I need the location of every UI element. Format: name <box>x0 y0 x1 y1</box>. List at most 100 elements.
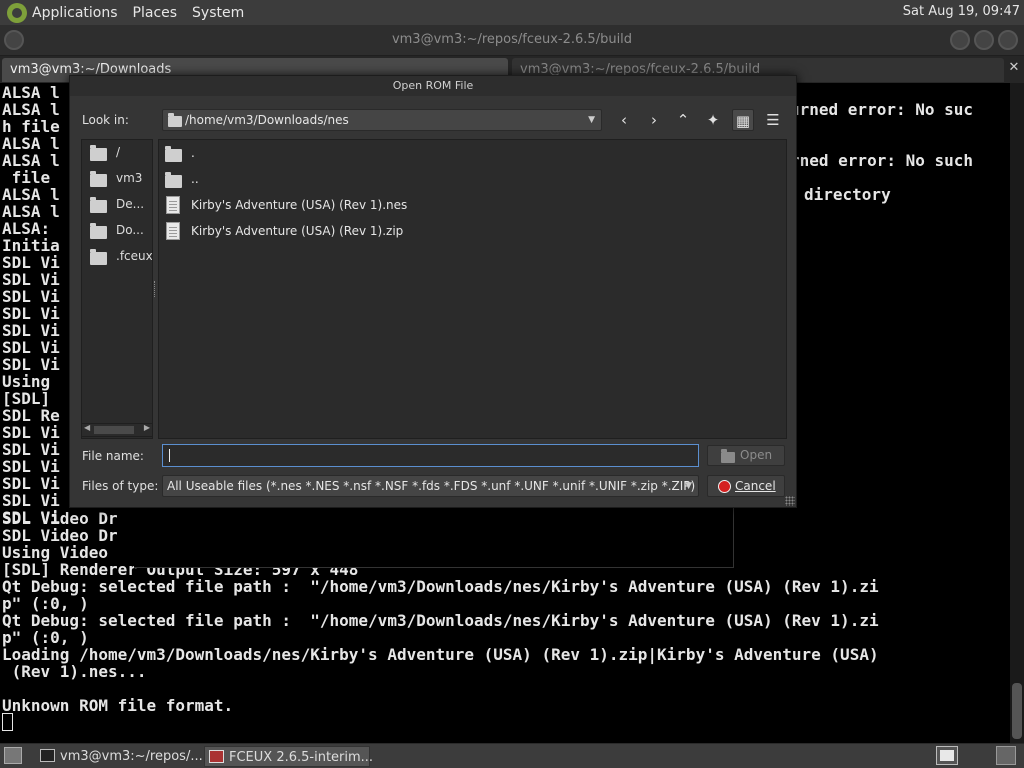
resize-grip[interactable] <box>785 496 795 506</box>
file-list-item[interactable]: . <box>159 140 786 166</box>
file-name-label: File name: <box>82 449 144 463</box>
file-type-combo[interactable]: All Useable files (*.nes *.NES *.nsf *.N… <box>162 475 699 497</box>
sidebar-item[interactable]: .fceux <box>82 244 153 270</box>
scrollbar-thumb[interactable] <box>1012 683 1022 739</box>
text-caret <box>169 449 170 462</box>
terminal-line: ALSA l <box>2 134 60 153</box>
taskbar-fceux[interactable]: FCEUX 2.6.5-interim... <box>204 746 374 767</box>
fceux-icon <box>209 750 224 763</box>
terminal-line: ALSA l <box>2 151 60 170</box>
terminal-line: Using Video <box>2 543 118 562</box>
places-sidebar: / vm3 De... Do... .fceux <box>81 139 153 439</box>
dialog-title[interactable]: Open ROM File <box>70 76 796 96</box>
back-icon[interactable]: ‹ <box>613 109 635 131</box>
sidebar-item[interactable]: Do... <box>82 218 152 244</box>
look-in-combo[interactable]: /home/vm3/Downloads/nes ▼ <box>162 109 602 131</box>
look-in-value: /home/vm3/Downloads/nes <box>185 113 349 127</box>
trash-icon[interactable] <box>996 746 1016 765</box>
parent-dir-icon[interactable]: ⌃ <box>672 109 694 131</box>
terminal-line: directory <box>804 185 891 204</box>
terminal-line: Qt Debug: selected file path : "/home/vm… <box>2 577 879 596</box>
file-name: Kirby's Adventure (USA) (Rev 1).nes <box>191 198 408 212</box>
folder-icon <box>165 172 182 188</box>
file-list-item[interactable]: Kirby's Adventure (USA) (Rev 1).zip <box>159 218 786 244</box>
open-button-label: Open <box>740 448 773 462</box>
dropdown-arrow-icon: ▼ <box>685 481 692 491</box>
file-name: . <box>191 146 195 160</box>
sidebar-item[interactable]: / <box>82 140 152 166</box>
terminal-line: (Rev 1).nes... <box>2 662 147 681</box>
terminal-line: SDL Vi <box>2 474 60 493</box>
close-tab-icon[interactable]: ✕ <box>1006 60 1022 78</box>
terminal-line: SDL Vi <box>2 253 60 272</box>
fceux-window-fragment[interactable] <box>134 500 734 568</box>
task-label: vm3@vm3:~/repos/... <box>60 749 203 764</box>
terminal-line: ALSA: <box>2 219 60 238</box>
terminal-line: SDL Vi <box>2 338 60 357</box>
file-icon <box>166 196 180 214</box>
workspace-switcher-icon[interactable] <box>936 746 958 765</box>
maximize-button[interactable] <box>974 30 994 50</box>
cancel-button[interactable]: Cancel <box>707 475 785 497</box>
list-view-icon[interactable]: ▦ <box>732 109 754 131</box>
menu-system[interactable]: System <box>192 5 244 21</box>
terminal-titlebar[interactable]: vm3@vm3:~/repos/fceux-2.6.5/build <box>0 25 1024 56</box>
task-label: FCEUX 2.6.5-interim... <box>229 750 374 765</box>
file-type-value: All Useable files (*.nes *.NES *.nsf *.N… <box>167 479 696 493</box>
terminal-line: rned error: No such <box>790 151 974 170</box>
terminal-line: Qt Debug: selected file path : "/home/vm… <box>2 611 879 630</box>
terminal-line: SDL Re <box>2 406 60 425</box>
minimize-button[interactable] <box>950 30 970 50</box>
folder-icon <box>90 197 107 213</box>
scroll-left-icon[interactable]: ◀ <box>84 423 90 432</box>
terminal-line: SDL Vi <box>2 457 60 476</box>
sidebar-item-label: Do... <box>116 223 144 237</box>
terminal-line: ALSA l <box>2 83 60 102</box>
terminal-line: SDL Vi <box>2 321 60 340</box>
terminal-line: SDL Vi <box>2 270 60 289</box>
menu-places[interactable]: Places <box>133 5 178 21</box>
terminal-line: Unknown ROM file format. <box>2 696 234 715</box>
file-name-input[interactable] <box>162 444 699 467</box>
terminal-scrollbar[interactable] <box>1010 83 1024 743</box>
clock[interactable]: Sat Aug 19, 09:47 <box>903 4 1020 19</box>
terminal-line: ALSA l <box>2 185 60 204</box>
sidebar-hscrollbar[interactable]: ◀ ▶ <box>81 423 153 437</box>
splitter-handle[interactable] <box>154 281 157 297</box>
file-name: .. <box>191 172 199 186</box>
detail-view-icon[interactable]: ☰ <box>762 109 784 131</box>
sidebar-item-label: .fceux <box>116 249 153 263</box>
folder-icon <box>90 249 107 265</box>
forward-icon[interactable]: › <box>643 109 665 131</box>
cancel-button-label: Cancel <box>735 479 776 493</box>
close-button[interactable] <box>998 30 1018 50</box>
file-list-item[interactable]: Kirby's Adventure (USA) (Rev 1).nes <box>159 192 786 218</box>
show-desktop-icon[interactable] <box>4 747 22 764</box>
file-list-item[interactable]: .. <box>159 166 786 192</box>
terminal-line: p" (:0, ) <box>2 594 89 613</box>
terminal-line: file <box>2 168 51 187</box>
file-type-label: Files of type: <box>82 479 159 493</box>
sidebar-item[interactable]: vm3 <box>82 166 152 192</box>
new-folder-icon[interactable]: ✦ <box>702 109 724 131</box>
stop-icon <box>718 480 731 493</box>
terminal-line: SDL Vi <box>2 440 60 459</box>
menu-applications[interactable]: Applications <box>32 5 118 21</box>
file-icon <box>166 222 180 240</box>
terminal-window-title: vm3@vm3:~/repos/fceux-2.6.5/build <box>391 32 633 47</box>
terminal-line: Using <box>2 372 60 391</box>
file-name: Kirby's Adventure (USA) (Rev 1).zip <box>191 224 404 238</box>
scroll-right-icon[interactable]: ▶ <box>144 423 150 432</box>
terminal-icon <box>40 749 55 762</box>
terminal-line: SDL Vi <box>2 287 60 306</box>
mate-logo-icon[interactable] <box>7 2 27 23</box>
terminal-cursor <box>2 713 13 731</box>
open-button[interactable]: Open <box>707 445 785 466</box>
bottom-taskbar: vm3@vm3:~/repos/... FCEUX 2.6.5-interim.… <box>0 743 1024 768</box>
terminal-line: Initia <box>2 236 60 255</box>
scrollbar-thumb[interactable] <box>94 426 134 434</box>
taskbar-terminal[interactable]: vm3@vm3:~/repos/... <box>36 746 203 767</box>
sidebar-item[interactable]: De... <box>82 192 152 218</box>
terminal-line: ALSA l <box>2 202 60 221</box>
terminal-line: SDL Vi <box>2 491 60 510</box>
